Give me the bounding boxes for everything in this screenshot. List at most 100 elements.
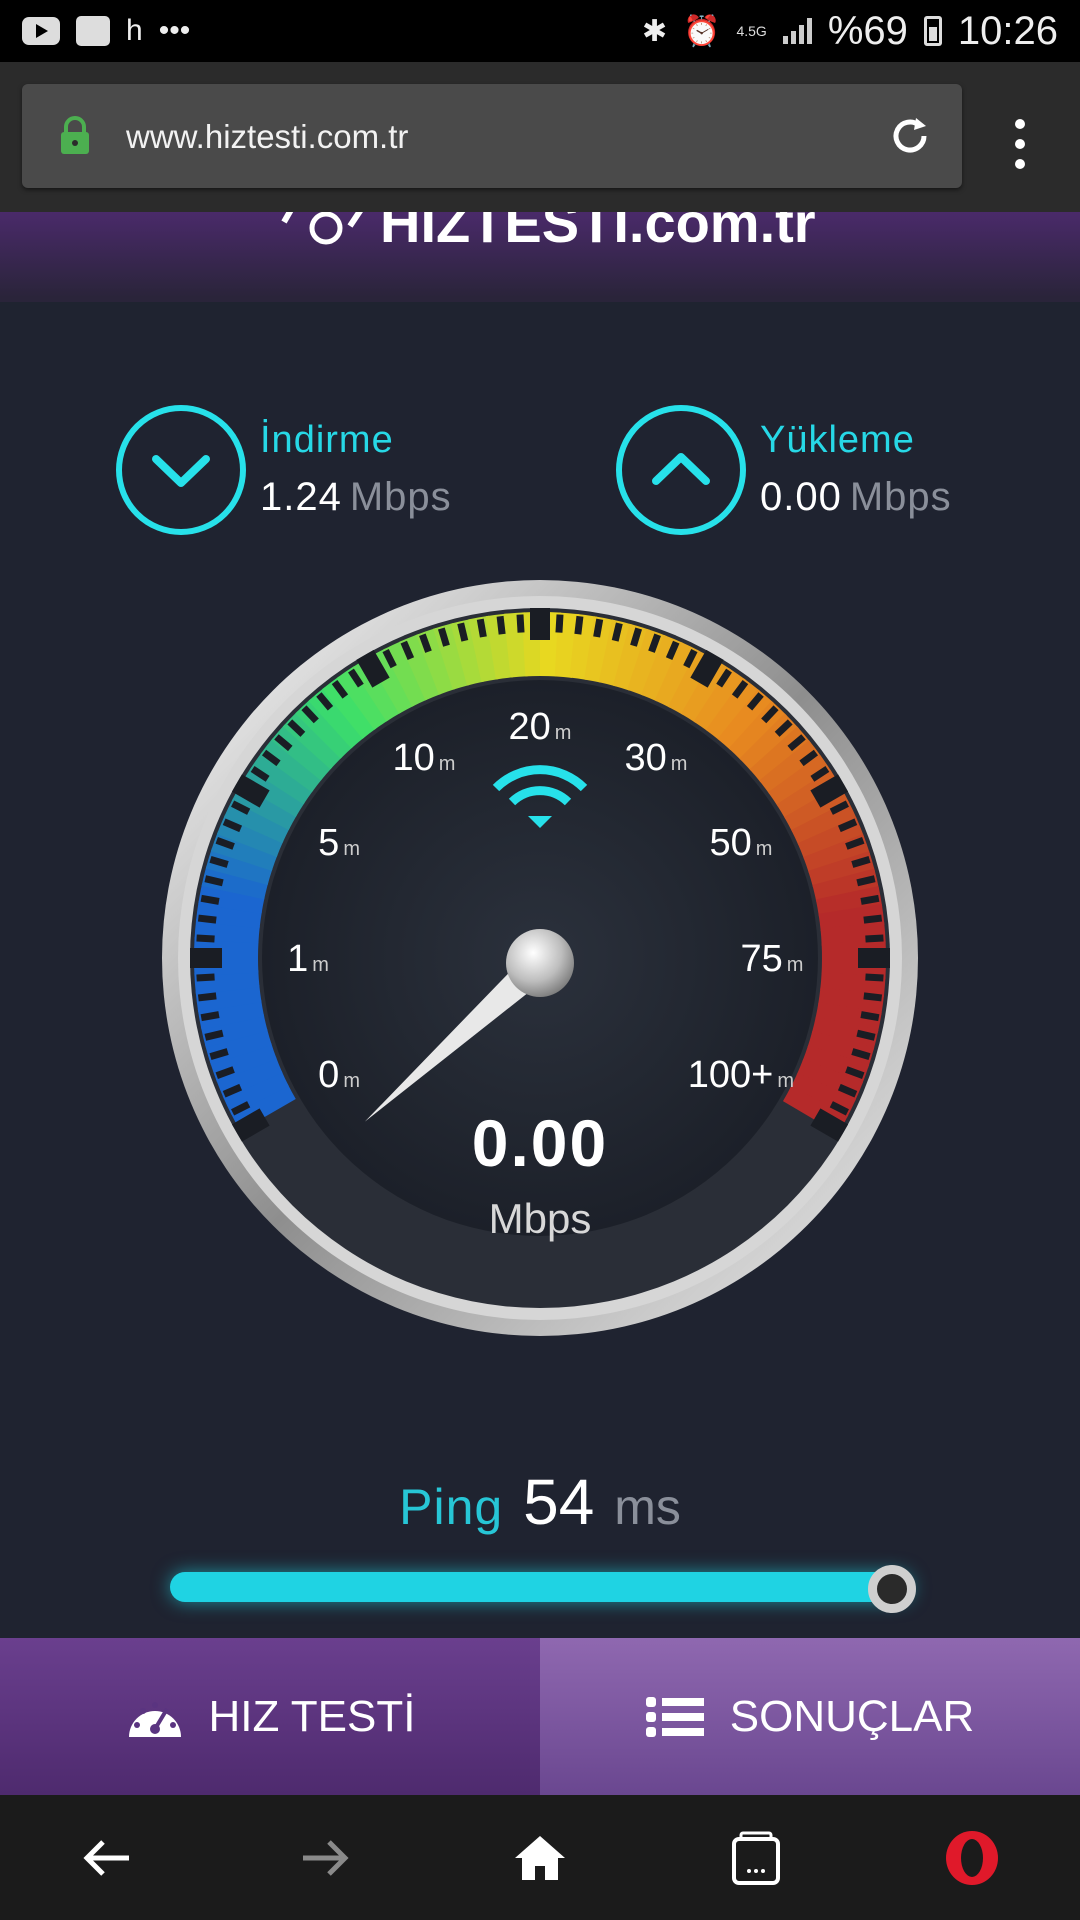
ping-progress-knob[interactable] xyxy=(868,1565,916,1613)
gauge-track-segment xyxy=(626,628,667,696)
gauge-minor-tick xyxy=(851,1048,871,1061)
gauge-track-segment xyxy=(808,851,875,888)
gauge-track-segment xyxy=(336,666,389,730)
download-value: 1.24 Mbps xyxy=(260,475,452,519)
download-circle xyxy=(116,405,246,535)
tab-results-label: SONUÇLAR xyxy=(729,1691,975,1741)
forward-button[interactable] xyxy=(284,1818,364,1898)
url-text[interactable]: www.hiztesti.com.tr xyxy=(126,118,408,156)
gauge-track-segment xyxy=(749,726,811,783)
gauge-track-segment xyxy=(503,612,528,678)
gauge-track-segment xyxy=(197,999,265,1030)
ping-label: Ping xyxy=(399,1479,504,1535)
gauge-minor-tick xyxy=(200,894,220,905)
download-unit: Mbps xyxy=(349,475,452,519)
gauge-track-segment xyxy=(790,1072,857,1118)
site-logo[interactable]: HIZTESTI.com.tr xyxy=(380,212,816,255)
gauge-track-segment xyxy=(282,711,343,770)
gauge-track-segment xyxy=(194,936,259,959)
gauge-track-segment xyxy=(802,1044,870,1085)
chevron-up-icon xyxy=(652,453,710,485)
gauge-track-segment xyxy=(222,1070,289,1116)
alarm-icon: ⏰ xyxy=(683,14,721,48)
tab-results[interactable]: SONUÇLAR xyxy=(540,1638,1080,1795)
gauge-track-segment xyxy=(803,834,870,874)
current-speed-value: 0.00 xyxy=(471,1106,609,1180)
gauge-track-segment xyxy=(776,769,842,820)
gauge-track-segment xyxy=(539,612,562,677)
gauge-track-segment xyxy=(820,921,886,946)
status-left: h ••• xyxy=(22,14,190,48)
gauge-track-segment xyxy=(640,634,684,702)
youtube-icon xyxy=(22,17,60,45)
gauge-track-segment xyxy=(812,868,880,902)
gauge-track-segment xyxy=(811,1016,879,1051)
gauge-track-segment xyxy=(818,903,885,932)
gauge-major-tick xyxy=(356,649,390,688)
gauge-major-tick xyxy=(231,774,270,808)
gauge-readout: 0.00 Mbps xyxy=(340,1105,740,1243)
opera-menu-button[interactable] xyxy=(932,1818,1012,1898)
site-header: HIZTESTI.com.tr xyxy=(0,212,1080,302)
gauge-track-segment xyxy=(216,814,284,858)
gauge-minor-tick xyxy=(437,627,450,647)
gauge-track-segment xyxy=(598,619,633,687)
bottom-tabs: HIZ TESTİ SONUÇLAR xyxy=(0,1638,1080,1795)
gauge-track-segment xyxy=(796,1058,864,1102)
gauge-track-segment xyxy=(205,848,273,886)
menu-icon[interactable] xyxy=(1008,114,1048,174)
battery-percent: %69 xyxy=(827,8,908,53)
tab-speed-test[interactable]: HIZ TESTİ xyxy=(0,1638,540,1795)
bluetooth-icon: ✱ xyxy=(641,14,668,48)
gauge-track-segment xyxy=(249,752,314,805)
gauge-minor-tick xyxy=(611,622,623,642)
gauge-minor-tick xyxy=(476,618,487,638)
gauge-major-tick xyxy=(690,649,724,688)
gauge-major-tick xyxy=(231,1108,270,1142)
gauge-track-segment xyxy=(223,798,290,844)
gauge-track-segment xyxy=(382,640,428,707)
ping-progress-bar xyxy=(170,1572,912,1602)
gauge-minor-tick xyxy=(204,875,224,887)
address-bar[interactable]: www.hiztesti.com.tr xyxy=(22,84,962,188)
signal-icon xyxy=(782,18,812,44)
gauge-track-segment xyxy=(583,616,615,683)
gauge-track-segment xyxy=(815,1001,882,1033)
activity-icon xyxy=(76,16,110,46)
gauge-track-segment xyxy=(433,623,470,690)
gauge-track-segment xyxy=(554,612,580,678)
gauge-track-segment xyxy=(308,687,365,749)
gauge-minor-tick xyxy=(496,615,506,635)
gauge-major-tick xyxy=(810,1108,849,1142)
gauge-minor-tick xyxy=(630,627,643,647)
tabs-button[interactable] xyxy=(716,1818,796,1898)
gauge-minor-tick xyxy=(593,618,604,638)
upload-value: 0.00 Mbps xyxy=(760,475,952,519)
gauge-track-segment xyxy=(468,615,499,683)
gauge-track-segment xyxy=(322,676,377,739)
more-notifications-icon: ••• xyxy=(158,14,191,47)
home-button[interactable] xyxy=(500,1818,580,1898)
gauge-track-segment xyxy=(210,1042,277,1082)
gauge-track-segment xyxy=(194,918,260,944)
logo-mark-icon xyxy=(281,212,363,245)
gauge-minor-tick xyxy=(204,1029,224,1041)
clock: 10:26 xyxy=(957,8,1058,53)
gauge-minor-tick xyxy=(860,1011,880,1022)
reload-icon[interactable] xyxy=(886,112,934,160)
gauge-track-segment xyxy=(693,667,746,732)
gauge-minor-tick xyxy=(196,934,215,943)
gauge-minor-tick xyxy=(457,622,469,642)
gauge-track-segment xyxy=(820,972,886,998)
back-button[interactable] xyxy=(68,1818,148,1898)
gauge-minor-tick xyxy=(851,855,871,868)
tabs-icon xyxy=(732,1831,780,1885)
gauge-track-segment xyxy=(295,698,354,759)
gauge-minor-tick xyxy=(865,973,884,982)
gauge-track-segment xyxy=(416,628,456,695)
gauge-track-segment xyxy=(351,656,402,722)
gauge-track-segment xyxy=(240,767,305,818)
gauge-track-segment xyxy=(198,883,265,915)
gauge-minor-tick xyxy=(196,973,215,982)
gauge-track-segment xyxy=(569,613,598,680)
